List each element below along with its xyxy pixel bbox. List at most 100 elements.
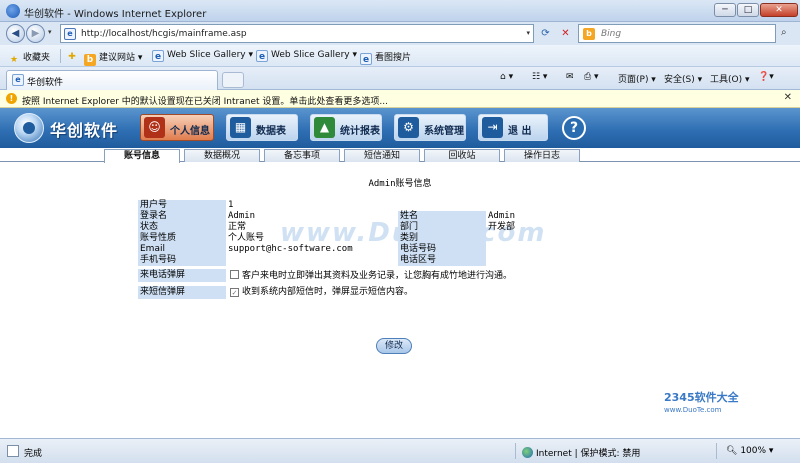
fav-label: Web Slice Gallery ▾ xyxy=(271,50,357,60)
tools-menu[interactable]: 工具(O) ▾ xyxy=(710,72,750,85)
favorites-button[interactable]: ★ 收藏夹 xyxy=(8,50,50,66)
tab-data-overview[interactable]: 数据概况 xyxy=(184,149,260,162)
browser-tab-active[interactable]: e 华创软件 xyxy=(6,70,218,90)
label-area-code: 电话区号 xyxy=(398,255,486,266)
sms-popup-option[interactable]: ✓ 收到系统内部短信时，弹屏显示短信内容。 xyxy=(230,287,413,298)
bing-icon: b xyxy=(84,54,96,66)
search-icon[interactable]: ⌕ xyxy=(781,27,787,38)
print-icon[interactable]: ⎙ ▾ xyxy=(584,72,599,82)
label-user-id: 用户号 xyxy=(138,200,226,211)
nav-logout[interactable]: ⇥ 退 出 xyxy=(478,114,548,141)
call-popup-checkbox[interactable] xyxy=(230,270,239,279)
exit-icon: ⇥ xyxy=(482,117,503,138)
info-message[interactable]: 按照 Internet Explorer 中的默认设置现在已关闭 Intrane… xyxy=(22,94,388,107)
warning-icon: ! xyxy=(6,93,17,104)
site-watermark-logo: 2345软件大全 www.DuoTe.com xyxy=(664,389,739,414)
value-user-id: 1 xyxy=(228,200,234,210)
page-menu[interactable]: 页面(P) ▾ xyxy=(618,72,656,85)
zoom-icon: 🔍︎ xyxy=(726,446,738,456)
call-popup-text: 客户来电时立即弹出其资料及业务记录，让您胸有成竹地进行沟通。 xyxy=(242,271,513,281)
fav-web-slice-1[interactable]: e Web Slice Gallery ▾ xyxy=(152,50,253,62)
tab-row: e 华创软件 ⌂ ▾ ☷ ▾ ✉ ⎙ ▾ 页面(P) ▾ 安全(S) ▾ 工具(… xyxy=(0,67,800,90)
url-field[interactable]: e http://localhost/hcgis/mainframe.asp ▾ xyxy=(60,24,534,43)
url-text[interactable]: http://localhost/hcgis/mainframe.asp xyxy=(81,29,247,39)
nav-personal-info[interactable]: ☺ 个人信息 xyxy=(140,114,214,141)
edit-button[interactable]: 修改 xyxy=(376,338,412,354)
gear-icon: ⚙ xyxy=(398,117,419,138)
tab-account-info[interactable]: 账号信息 xyxy=(104,149,180,163)
minimize-button[interactable]: ─ xyxy=(714,3,736,17)
mail-icon[interactable]: ✉ xyxy=(566,72,574,82)
stop-icon[interactable]: ✕ xyxy=(558,26,573,41)
chart-icon: ▲ xyxy=(314,117,335,138)
browser-tab-label: 华创软件 xyxy=(27,78,64,88)
label-email: Email xyxy=(138,244,226,255)
label-name: 姓名 xyxy=(398,211,486,222)
label-category: 类别 xyxy=(398,233,486,244)
fav-label: 建议网站 ▾ xyxy=(99,53,143,63)
refresh-icon[interactable]: ⟳ xyxy=(538,26,553,41)
tab-sms-notice[interactable]: 短信通知 xyxy=(344,149,420,162)
search-input[interactable]: b Bing xyxy=(578,24,776,43)
favorites-label: 收藏夹 xyxy=(23,53,51,63)
tab-recycle-bin[interactable]: 回收站 xyxy=(424,149,500,162)
url-dropdown-icon[interactable]: ▾ xyxy=(526,29,530,37)
new-tab-button[interactable] xyxy=(222,72,244,88)
separator xyxy=(60,49,61,63)
zoom-control[interactable]: 🔍︎ 100% ▾ xyxy=(726,446,773,456)
corner-brand: 2345软件大全 xyxy=(664,391,739,404)
fav-image-search[interactable]: e 看图搜片 xyxy=(360,50,411,65)
help-icon[interactable]: ? xyxy=(562,116,586,140)
separator xyxy=(515,443,516,459)
label-login-name: 登录名 xyxy=(138,211,226,222)
nav-label: 系统管理 xyxy=(424,126,464,137)
value-account-type: 个人账号 xyxy=(228,233,265,243)
ie-icon: e xyxy=(12,74,24,86)
ie-icon: e xyxy=(256,50,268,62)
history-dropdown-icon[interactable]: ▾ xyxy=(48,28,52,36)
help-menu[interactable]: ❓▾ xyxy=(758,72,774,82)
security-zone[interactable]: Internet | 保护模式: 禁用 xyxy=(522,446,640,459)
close-button[interactable]: ✕ xyxy=(760,3,798,17)
value-status: 正常 xyxy=(228,222,247,232)
label-phone: 电话号码 xyxy=(398,244,486,255)
add-star-icon: ✚ xyxy=(68,52,76,62)
sms-popup-text: 收到系统内部短信时，弹屏显示短信内容。 xyxy=(242,287,414,297)
feeds-icon[interactable]: ☷ ▾ xyxy=(532,72,547,82)
ie-icon: e xyxy=(152,50,164,62)
sms-popup-checkbox[interactable]: ✓ xyxy=(230,288,239,297)
search-placeholder: Bing xyxy=(601,29,622,39)
call-popup-option[interactable]: 客户来电时立即弹出其资料及业务记录，让您胸有成竹地进行沟通。 xyxy=(230,270,512,281)
zone-text: Internet | 保护模式: 禁用 xyxy=(536,449,641,459)
nav-statistics[interactable]: ▲ 统计报表 xyxy=(310,114,382,141)
back-button[interactable]: ◀ xyxy=(6,24,25,43)
nav-data-table[interactable]: ▦ 数据表 xyxy=(226,114,298,141)
favorites-bar: ★ 收藏夹 ✚ b 建议网站 ▾ e Web Slice Gallery ▾ e Web… xyxy=(0,45,800,67)
fav-web-slice-2[interactable]: e Web Slice Gallery ▾ xyxy=(256,50,357,62)
tab-operation-log[interactable]: 操作日志 xyxy=(504,149,580,162)
table-icon: ▦ xyxy=(230,117,251,138)
information-bar[interactable]: ! 按照 Internet Explorer 中的默认设置现在已关闭 Intra… xyxy=(0,90,800,108)
fav-label: 看图搜片 xyxy=(375,53,412,63)
label-call-popup: 来电话弹屏 xyxy=(138,269,226,282)
add-favorite-icon[interactable]: ✚ xyxy=(66,50,81,63)
fav-suggested-sites[interactable]: b 建议网站 ▾ xyxy=(84,50,142,66)
window-titlebar: 华创软件 - Windows Internet Explorer ─ □ ✕ xyxy=(0,0,800,22)
safety-menu[interactable]: 安全(S) ▾ xyxy=(664,72,702,85)
ie-icon: e xyxy=(360,53,372,65)
account-panel: Admin账号信息 www.DuoTe.com 用户号 1 登录名 Admin … xyxy=(0,163,800,438)
fav-label: Web Slice Gallery ▾ xyxy=(167,50,253,60)
label-account-type: 账号性质 xyxy=(138,233,226,244)
tab-memo[interactable]: 备忘事项 xyxy=(264,149,340,162)
label-sms-popup: 来短信弹屏 xyxy=(138,286,226,299)
home-icon[interactable]: ⌂ ▾ xyxy=(500,72,513,82)
value-name: Admin xyxy=(488,211,516,221)
person-icon: ☺ xyxy=(144,117,165,138)
close-infobar-icon[interactable]: ✕ xyxy=(784,92,792,103)
nav-system-admin[interactable]: ⚙ 系统管理 xyxy=(394,114,466,141)
maximize-button[interactable]: □ xyxy=(737,3,759,17)
star-icon: ★ xyxy=(9,55,19,65)
forward-button[interactable]: ▶ xyxy=(26,24,45,43)
zoom-level: 100% xyxy=(740,446,767,456)
globe-icon xyxy=(522,447,533,458)
